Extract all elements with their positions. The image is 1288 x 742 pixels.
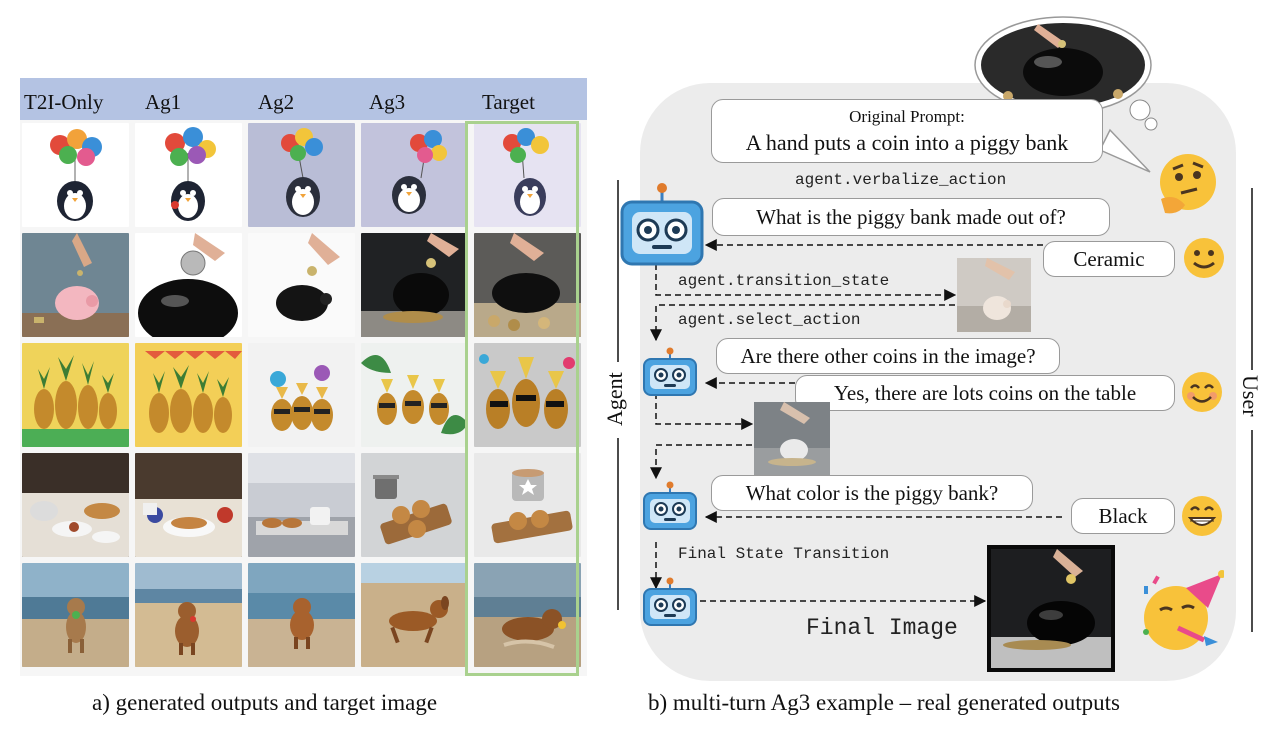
answer-2-text: Yes, there are lots coins on the table bbox=[833, 381, 1137, 405]
answer-bubble-2: Yes, there are lots coins on the table bbox=[795, 375, 1175, 411]
final-image bbox=[987, 545, 1115, 672]
intermediate-image-1 bbox=[957, 258, 1031, 332]
select-action-label: agent.select_action bbox=[678, 311, 861, 329]
user-label: User bbox=[1238, 375, 1263, 417]
blushing-smile-icon bbox=[1182, 372, 1222, 412]
question-bubble-3: What color is the piggy bank? bbox=[711, 475, 1033, 511]
transition-state-label: agent.transition_state bbox=[678, 272, 890, 290]
grinning-face-icon bbox=[1182, 496, 1222, 536]
prompt-text: A hand puts a coin into a piggy bank bbox=[745, 130, 1069, 155]
answer-bubble-1: Ceramic bbox=[1043, 241, 1175, 277]
agent-robot-icon-3 bbox=[643, 481, 697, 530]
question-3-text: What color is the piggy bank? bbox=[745, 481, 999, 505]
caption-right: b) multi-turn Ag3 example – real generat… bbox=[648, 690, 1121, 715]
question-2-text: Are there other coins in the image? bbox=[740, 344, 1036, 368]
agent-robot-icon-2 bbox=[643, 347, 697, 396]
intermediate-image-2 bbox=[754, 402, 830, 476]
agent-robot-icon bbox=[620, 183, 704, 266]
party-face-icon bbox=[1143, 570, 1224, 650]
answer-3-text: Black bbox=[1098, 504, 1148, 528]
answer-1-text: Ceramic bbox=[1073, 247, 1145, 271]
thinking-face-icon bbox=[1160, 154, 1216, 214]
final-image-label: Final Image bbox=[806, 615, 958, 641]
smiling-face-icon bbox=[1184, 238, 1224, 278]
verbalize-action-label: agent.verbalize_action bbox=[795, 171, 1007, 189]
original-prompt-bubble: Original Prompt: A hand puts a coin into… bbox=[711, 99, 1103, 163]
agent-robot-icon-4 bbox=[643, 577, 697, 626]
question-bubble-2: Are there other coins in the image? bbox=[716, 338, 1060, 374]
answer-bubble-3: Black bbox=[1071, 498, 1175, 534]
final-state-transition-label: Final State Transition bbox=[678, 545, 890, 563]
prompt-label: Original Prompt: bbox=[849, 107, 965, 126]
question-bubble-1: What is the piggy bank made out of? bbox=[712, 198, 1110, 236]
agent-label: Agent bbox=[602, 372, 627, 426]
question-1-text: What is the piggy bank made out of? bbox=[756, 205, 1066, 229]
